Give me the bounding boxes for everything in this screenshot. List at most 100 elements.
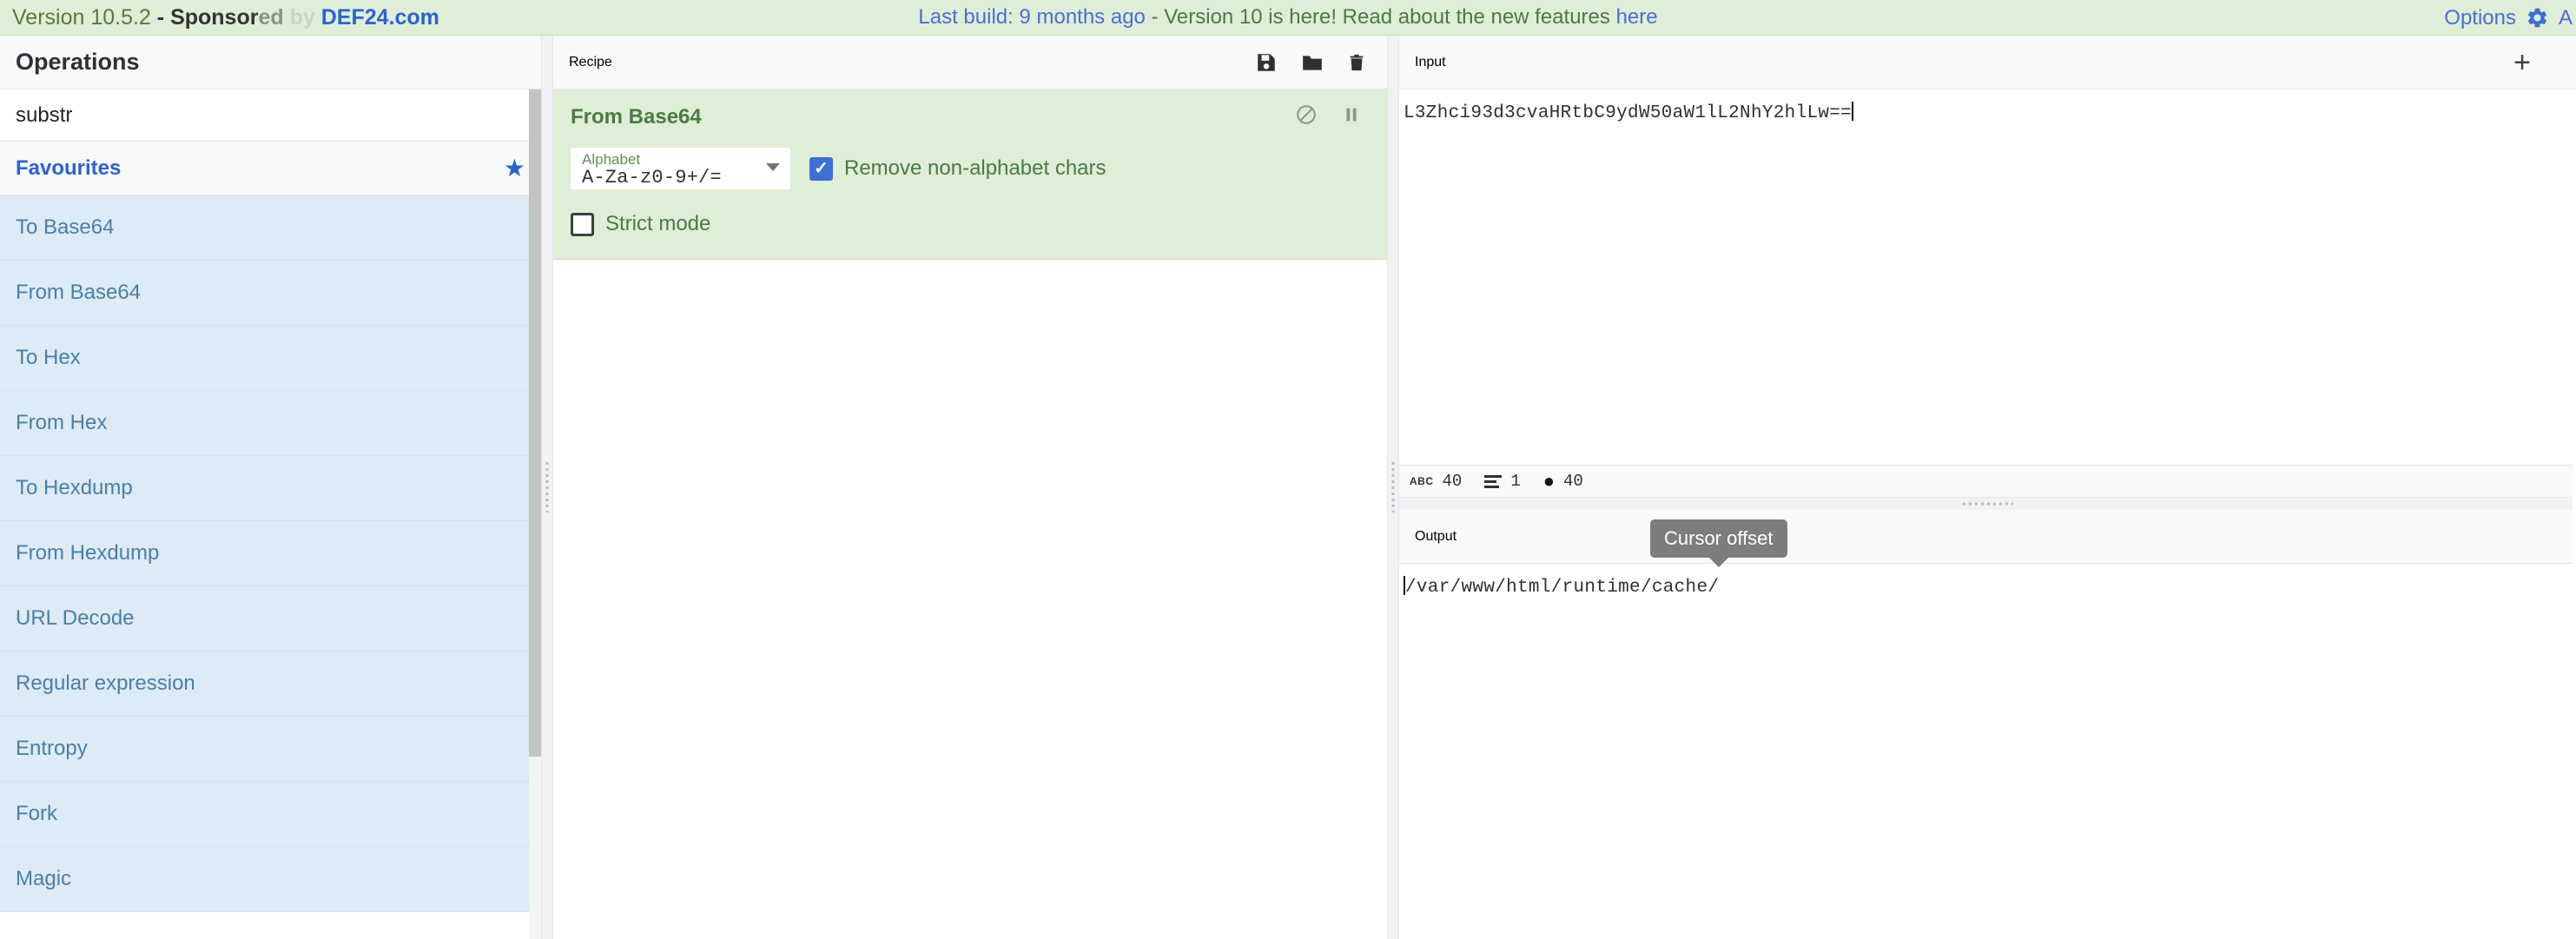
output-header: Output (1399, 510, 2576, 564)
recipe-body[interactable]: From Base64 Alphabet A-Za-z0-9+/= ✓ Remo… (553, 89, 1387, 939)
input-length-value: 40 (1442, 472, 1463, 491)
splitter-grip (545, 462, 549, 512)
trash-icon[interactable] (1347, 51, 1366, 74)
operation-label: Fork (16, 802, 57, 825)
strict-mode-checkbox[interactable] (571, 212, 594, 236)
input-length-stat: ABC 40 (1410, 472, 1462, 491)
remove-non-alphabet-label: Remove non-alphabet chars (844, 156, 1106, 180)
recipe-io-splitter[interactable] (1387, 36, 1399, 939)
input-title: Input (1415, 54, 1446, 69)
input-status-bar: ABC 40 1 ● 40 (1399, 465, 2576, 498)
version-label: Version 10.5.2 (12, 4, 151, 30)
release-notes-link[interactable]: here (1616, 5, 1658, 29)
plus-icon[interactable]: + (2513, 48, 2531, 77)
abc-icon: ABC (1410, 475, 1434, 487)
operation-item-regular-expression[interactable]: Regular expression (0, 651, 541, 717)
io-panel: Input + L3Zhci93d3cvaHRtbC9ydW50aW1lL2Nh… (1399, 36, 2576, 939)
sponsored-word-b: ed (258, 4, 284, 30)
splitter-grip (1391, 462, 1395, 512)
recipe-operation-title: From Base64 (571, 104, 702, 129)
build-sep: - (1145, 5, 1165, 29)
operation-item-from-hexdump[interactable]: From Hexdump (0, 521, 541, 586)
chevron-down-icon[interactable] (766, 163, 780, 171)
operations-recipe-splitter[interactable] (541, 36, 553, 939)
top-banner: Version 10.5.2 - Sponsored by DEF24.com … (0, 0, 2576, 36)
operations-scrollbar[interactable] (529, 89, 541, 939)
operations-panel: Operations Favourites ★ To Base64 From B… (0, 36, 541, 939)
operation-item-magic[interactable]: Magic (0, 847, 541, 912)
operation-label: From Hex (16, 411, 108, 434)
input-offset-stat: ● 40 (1542, 470, 1583, 492)
text-cursor (1852, 102, 1854, 121)
operation-item-url-decode[interactable]: URL Decode (0, 586, 541, 651)
remove-non-alphabet-row[interactable]: ✓ Remove non-alphabet chars (809, 156, 1106, 181)
input-output-splitter[interactable] (1399, 498, 2576, 510)
input-editor[interactable]: L3Zhci93d3cvaHRtbC9ydW50aW1lL2NhY2hlLw==… (1399, 89, 2576, 558)
recipe-operation-from-base64[interactable]: From Base64 Alphabet A-Za-z0-9+/= ✓ Remo… (553, 89, 1387, 260)
recipe-operation-header: From Base64 (571, 103, 1370, 130)
operation-label: To Hexdump (16, 476, 133, 499)
recipe-args-row-1: Alphabet A-Za-z0-9+/= ✓ Remove non-alpha… (571, 148, 1370, 189)
recipe-header: Recipe (553, 36, 1387, 89)
banner-build-info: Last build: 9 months ago - Version 10 is… (918, 5, 1657, 30)
recipe-actions (1255, 51, 1371, 74)
input-lines-stat: 1 (1484, 472, 1521, 491)
recipe-args-row-2: Strict mode (571, 212, 1370, 236)
favourites-label: Favourites (16, 155, 122, 180)
star-icon[interactable]: ★ (504, 155, 525, 181)
output-value: /var/www/html/runtime/cache/ (1405, 578, 1720, 598)
gear-icon[interactable] (2526, 6, 2549, 30)
remove-non-alphabet-checkbox[interactable]: ✓ (809, 156, 833, 181)
operation-item-to-base64[interactable]: To Base64 (0, 195, 541, 261)
banner-sponsor-text: Version 10.5.2 - Sponsored by DEF24.com (12, 5, 439, 30)
strict-mode-label: Strict mode (605, 212, 711, 235)
operation-item-from-hex[interactable]: From Hex (0, 391, 541, 456)
operation-item-entropy[interactable]: Entropy (0, 717, 541, 782)
release-note-label: Version 10 is here! Read about the new f… (1164, 5, 1616, 29)
operation-label: To Hex (16, 346, 81, 369)
alphabet-label: Alphabet (582, 151, 641, 168)
save-icon[interactable] (1255, 51, 1278, 74)
operation-label: Regular expression (16, 671, 195, 695)
operations-title: Operations (16, 49, 140, 75)
operation-label: From Base64 (16, 281, 142, 304)
io-right-edge (2573, 89, 2576, 939)
operation-label: From Hexdump (16, 541, 160, 565)
operations-scrollbar-thumb[interactable] (529, 89, 541, 757)
strict-mode-row[interactable]: Strict mode (571, 212, 710, 236)
main-area: Operations Favourites ★ To Base64 From B… (0, 36, 2576, 939)
output-editor[interactable]: /var/www/html/runtime/cache/ (1399, 564, 2576, 939)
favourites-header[interactable]: Favourites ★ (0, 142, 541, 195)
about-button[interactable]: A (2559, 6, 2574, 30)
alphabet-select[interactable]: Alphabet A-Za-z0-9+/= (571, 148, 790, 189)
folder-open-icon[interactable] (1300, 51, 1324, 74)
input-offset-value: 40 (1563, 472, 1583, 491)
banner-dash: - (150, 4, 171, 30)
banner-actions: Options A (2444, 0, 2576, 36)
last-build-label: Last build: 9 months ago (918, 5, 1146, 29)
recipe-panel: Recipe From Base64 Alphabet A-Za-z0-9+/=… (553, 36, 1387, 939)
options-button[interactable]: Options (2444, 6, 2516, 30)
map-pin-icon: ● (1542, 470, 1556, 492)
operation-item-fork[interactable]: Fork (0, 782, 541, 847)
operation-item-to-hex[interactable]: To Hex (0, 326, 541, 391)
sponsor-link[interactable]: DEF24.com (321, 5, 439, 30)
cursor-offset-tooltip: Cursor offset (1650, 519, 1787, 558)
operation-label: Magic (16, 867, 72, 890)
cyberchef-app: Version 10.5.2 - Sponsored by DEF24.com … (0, 0, 2576, 939)
sponsored-word-c: by (283, 4, 321, 30)
disable-icon[interactable] (1295, 103, 1318, 130)
operations-header: Operations (0, 36, 541, 89)
check-icon: ✓ (814, 159, 829, 178)
operation-item-to-hexdump[interactable]: To Hexdump (0, 456, 541, 521)
operation-item-from-base64[interactable]: From Base64 (0, 261, 541, 326)
input-header: Input + (1399, 36, 2576, 89)
sponsored-word-a: Sponsor (170, 4, 259, 30)
input-actions: + (2513, 48, 2560, 77)
operation-label: URL Decode (16, 606, 135, 630)
operation-label: Entropy (16, 737, 88, 760)
operations-list: To Base64 From Base64 To Hex From Hex To… (0, 195, 541, 939)
search-input[interactable] (0, 89, 541, 141)
pause-icon[interactable] (1342, 103, 1361, 130)
operations-search-wrap (0, 89, 541, 142)
